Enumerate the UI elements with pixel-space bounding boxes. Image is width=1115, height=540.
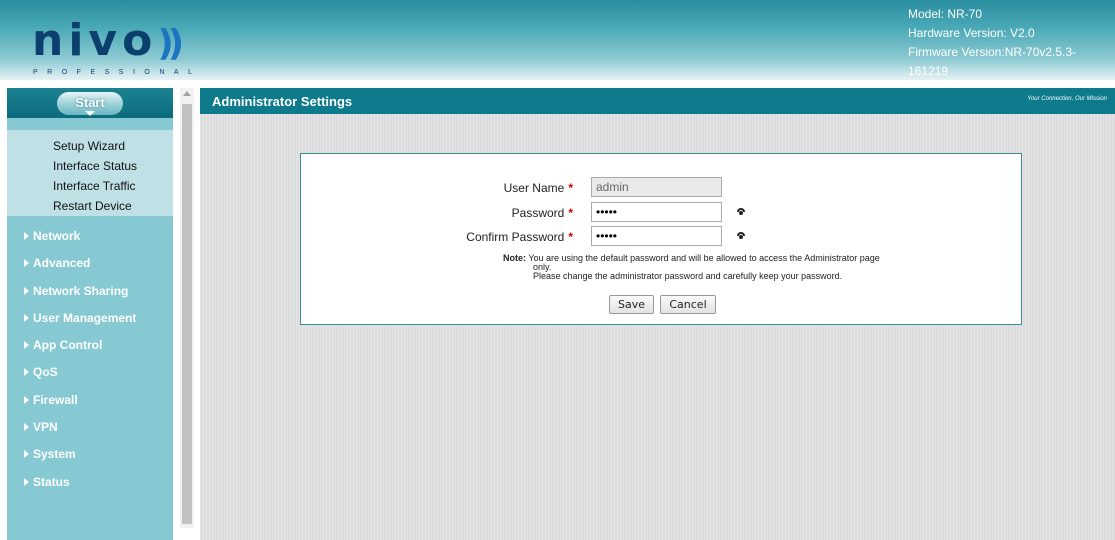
start-submenu: Setup Wizard Interface Status Interface … xyxy=(7,130,173,216)
scrollbar-thumb[interactable] xyxy=(182,104,192,524)
arrow-right-icon xyxy=(24,341,29,350)
content-area: User Name* Password* Confirm Password* N… xyxy=(200,114,1115,540)
logo-text: nivo xyxy=(32,15,158,66)
sidebar-item-app-control[interactable]: App Control xyxy=(7,332,173,359)
sidebar-item-interface-status[interactable]: Interface Status xyxy=(7,156,173,176)
logo-subtitle: PROFESSIONAL xyxy=(33,69,202,76)
slogan: Your Connection, Our Mission xyxy=(1027,96,1107,102)
page-title: Administrator Settings xyxy=(212,94,353,109)
user-name-input xyxy=(591,177,722,197)
firmware-version-text: Firmware Version:NR-70v2.5.3-161219 xyxy=(908,45,1077,78)
scroll-up-icon[interactable] xyxy=(183,91,191,96)
user-name-row: User Name * xyxy=(301,177,1021,199)
sidebar-item-interface-traffic[interactable]: Interface Traffic xyxy=(7,176,173,196)
chevron-down-icon xyxy=(85,111,95,116)
password-row: Password * xyxy=(301,202,1021,224)
arrow-right-icon xyxy=(24,423,29,432)
header: nivo)) PROFESSIONAL Model: NR-70 Hardwar… xyxy=(0,0,1115,80)
sidebar-item-restart-device[interactable]: Restart Device xyxy=(7,196,173,216)
password-label: Password * xyxy=(511,206,573,220)
nav-label: QoS xyxy=(33,365,58,380)
default-password-note: Note: You are using the default password… xyxy=(503,254,963,281)
sidebar-item-network-sharing[interactable]: Network Sharing xyxy=(7,278,173,305)
nav-label: Advanced xyxy=(33,256,91,271)
note-line3: Please change the administrator password… xyxy=(533,271,843,281)
confirm-password-row: Confirm Password * xyxy=(301,226,1021,248)
confirm-password-label: Confirm Password * xyxy=(466,230,573,244)
confirm-password-field[interactable] xyxy=(591,226,722,246)
password-field[interactable] xyxy=(591,202,722,222)
title-bar: Administrator Settings Your Connection, … xyxy=(200,88,1115,114)
arrow-right-icon xyxy=(24,232,29,240)
admin-settings-panel: User Name* Password* Confirm Password* N… xyxy=(300,153,1022,325)
nav-label: Network xyxy=(33,229,81,243)
model-text: Model: NR-70 xyxy=(908,7,983,21)
nav-label: System xyxy=(33,447,76,462)
required-mark: * xyxy=(568,230,573,244)
arrow-right-icon xyxy=(24,313,29,322)
sidebar: Start Setup Wizard Interface Status Inte… xyxy=(7,88,173,540)
show-password-icon[interactable] xyxy=(737,208,745,216)
note-label: Note: xyxy=(503,253,526,263)
arrow-right-icon xyxy=(24,259,29,268)
sidebar-item-advanced[interactable]: Advanced xyxy=(7,250,173,277)
sidebar-item-vpn[interactable]: VPN xyxy=(7,414,173,441)
start-label: Start xyxy=(75,95,105,110)
start-button[interactable]: Start xyxy=(57,92,123,116)
nav-label: User Management xyxy=(33,310,137,325)
nav-label: Network Sharing xyxy=(33,283,129,298)
sidebar-item-system[interactable]: System xyxy=(7,441,173,468)
sidebar-item-qos[interactable]: QoS xyxy=(7,359,173,386)
sidebar-scrollbar[interactable] xyxy=(180,88,194,528)
arrow-right-icon xyxy=(24,286,29,295)
logo-wave-icon: )) xyxy=(157,23,184,64)
cancel-button[interactable]: Cancel xyxy=(660,295,716,314)
nivo-logo: nivo)) PROFESSIONAL xyxy=(32,19,202,77)
sidebar-item-status[interactable]: Status xyxy=(7,469,173,496)
arrow-right-icon xyxy=(24,450,29,459)
sidebar-item-firewall[interactable]: Firewall xyxy=(7,387,173,414)
nav-label: VPN xyxy=(33,420,58,435)
nav-label: Status xyxy=(33,474,70,489)
form-buttons: Save Cancel xyxy=(609,295,719,314)
sidebar-item-user-management[interactable]: User Management xyxy=(7,305,173,332)
sidebar-item-setup-wizard[interactable]: Setup Wizard xyxy=(7,136,173,156)
arrow-right-icon xyxy=(24,368,29,377)
device-info: Model: NR-70 Hardware Version: V2.0 Firm… xyxy=(908,5,1115,81)
nav-label: App Control xyxy=(33,338,103,353)
hardware-version-text: Hardware Version: V2.0 xyxy=(908,26,1035,40)
sidebar-item-network[interactable]: Network xyxy=(7,223,173,250)
required-mark: * xyxy=(568,181,573,195)
save-button[interactable]: Save xyxy=(609,295,655,314)
nav-list: Network Advanced Network Sharing User Ma… xyxy=(7,223,173,496)
user-name-label: User Name * xyxy=(503,181,573,195)
required-mark: * xyxy=(568,206,573,220)
arrow-right-icon xyxy=(24,477,29,486)
arrow-right-icon xyxy=(24,395,29,404)
nav-label: Firewall xyxy=(33,392,78,407)
show-confirm-password-icon[interactable] xyxy=(737,232,745,240)
note-line1: You are using the default password and w… xyxy=(528,253,880,263)
start-bar: Start xyxy=(7,88,173,118)
